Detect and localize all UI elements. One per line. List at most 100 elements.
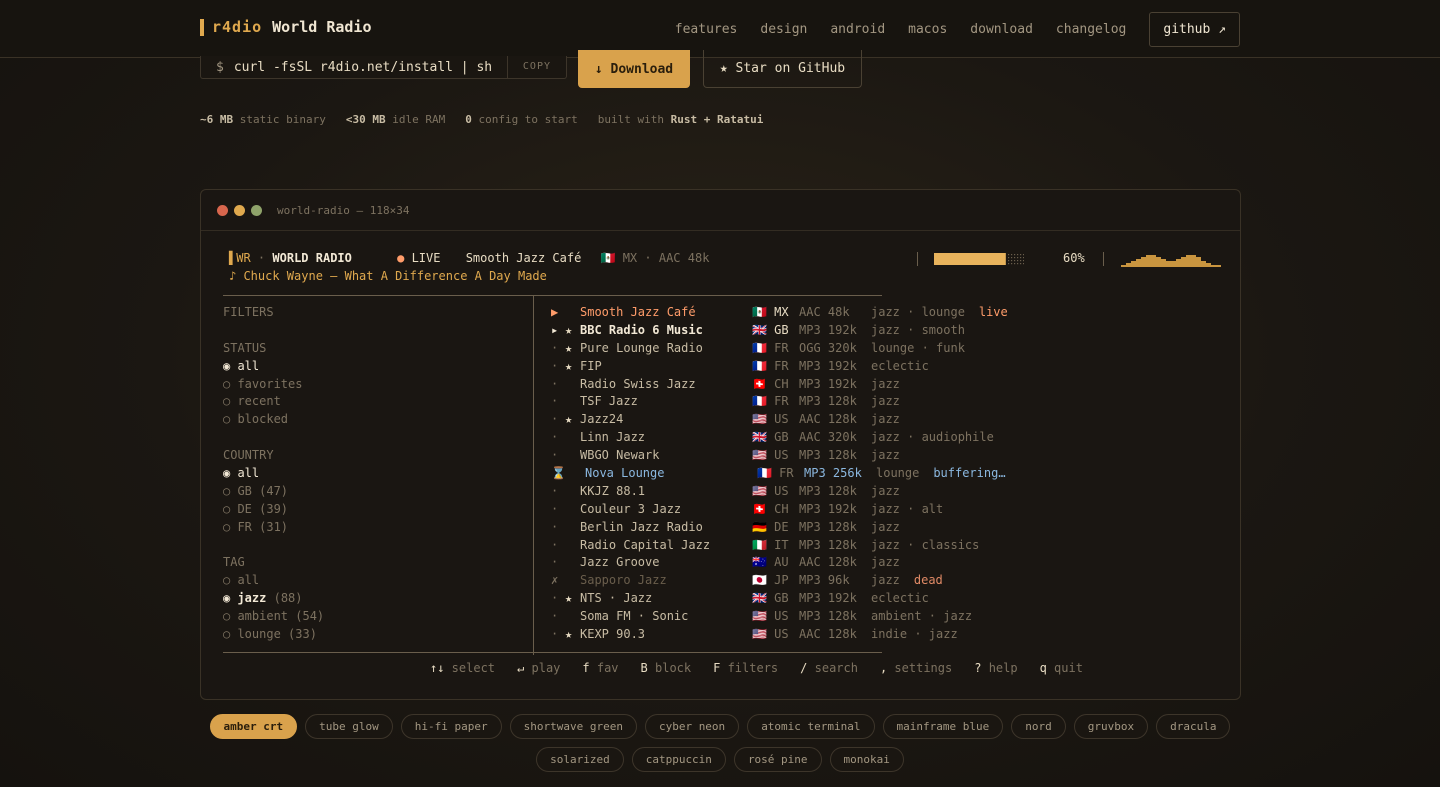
station-row[interactable]: · KKJZ 88.1 🇺🇸 US MP3 128k jazz: [551, 483, 1051, 501]
brand-name: World Radio: [272, 18, 372, 36]
close-dot-icon[interactable]: [217, 204, 228, 216]
theme-chip[interactable]: hi-fi paper: [400, 714, 502, 739]
download-button[interactable]: ↓ Download: [578, 50, 690, 88]
station-tags: jazz · classics: [871, 537, 980, 552]
station-row[interactable]: · Soma FM · Sonic 🇺🇸 US MP3 128k ambient · j…: [551, 608, 1051, 626]
station-codec: MP3 96k: [799, 573, 850, 588]
station-name: Smooth Jazz Café: [580, 305, 696, 319]
spectrum-visualizer: [1121, 255, 1221, 267]
theme-chip[interactable]: tube glow: [305, 714, 393, 739]
status-label: STATUS: [223, 340, 267, 355]
station-row[interactable]: · ★ KEXP 90.3 🇺🇸 US AAC 128k indie · jazz: [551, 626, 1051, 644]
theme-chip[interactable]: mainframe blue: [882, 714, 1004, 739]
station-codec: MP3 192k: [799, 322, 857, 337]
install-command-box: $ curl -fsSL r4dio.net/install | sh COPY: [200, 56, 567, 79]
theme-chip[interactable]: nord: [1011, 714, 1066, 739]
station-row[interactable]: · WBGO Newark 🇺🇸 US MP3 128k jazz: [551, 447, 1051, 465]
filter-tag-jazz[interactable]: ◉ jazz (88): [223, 590, 324, 608]
filter-tag-all[interactable]: ○ all: [223, 572, 324, 590]
filter-status-recent[interactable]: ○ recent: [223, 393, 324, 411]
station-tags: jazz: [871, 573, 900, 588]
station-name: BBC Radio 6 Music: [580, 322, 703, 337]
station-row[interactable]: ▸ ★ BBC Radio 6 Music 🇬🇧 GB MP3 192k jazz · s…: [551, 322, 1051, 340]
theme-chip[interactable]: catppuccin: [631, 747, 726, 772]
current-codec: · AAC 48k: [644, 251, 710, 265]
nav-link-features[interactable]: features: [675, 22, 738, 37]
minimize-dot-icon[interactable]: [234, 204, 245, 216]
brand-logo[interactable]: r4dio World Radio: [200, 18, 372, 36]
station-name: Sapporo Jazz: [580, 573, 667, 588]
nav-link-download[interactable]: download: [970, 22, 1033, 37]
station-row[interactable]: · Couleur 3 Jazz 🇨🇭 CH MP3 192k jazz · alt: [551, 501, 1051, 519]
station-row[interactable]: · ★ NTS · Jazz 🇬🇧 GB MP3 192k eclectic: [551, 590, 1051, 608]
station-row[interactable]: · ★ FIP 🇫🇷 FR MP3 192k eclectic: [551, 358, 1051, 376]
theme-row-2: solarized catppuccin rosé pine monokai: [0, 747, 1440, 772]
maximize-dot-icon[interactable]: [251, 204, 262, 216]
keybinding-quit: q quit: [1039, 661, 1083, 675]
theme-chip[interactable]: solarized: [536, 747, 624, 772]
header-divider: [917, 252, 918, 266]
station-row[interactable]: ⌛ Nova Lounge 🇫🇷 FR MP3 256k lounge buffering…: [551, 465, 1051, 483]
brand-bar-icon: [200, 18, 204, 36]
station-row[interactable]: · Linn Jazz 🇬🇧 GB AAC 320k jazz · audiophile: [551, 429, 1051, 447]
station-name: NTS · Jazz: [580, 591, 653, 606]
theme-chip[interactable]: dracula: [1156, 714, 1231, 739]
keybinding-help: ? help: [974, 661, 1018, 675]
theme-chip[interactable]: atomic terminal: [747, 714, 875, 739]
station-country: 🇨🇭 CH: [752, 376, 789, 391]
station-name: Couleur 3 Jazz: [580, 501, 682, 516]
theme-chip[interactable]: monokai: [829, 747, 904, 772]
filter-status-all[interactable]: ◉ all: [223, 358, 324, 376]
copy-button[interactable]: COPY: [506, 56, 566, 78]
favorite-star-icon: ★: [565, 340, 573, 355]
keybinding-play: ↵ play: [517, 661, 561, 675]
filter-country-all[interactable]: ◉ all: [223, 465, 324, 483]
theme-chip[interactable]: rosé pine: [733, 747, 822, 772]
filter-country-gb[interactable]: ○ GB (47): [223, 483, 324, 501]
nav-link-android[interactable]: android: [830, 22, 885, 37]
station-tags: jazz: [871, 448, 900, 463]
station-codec: MP3 128k: [799, 394, 857, 409]
station-row[interactable]: ✗ Sapporo Jazz 🇯🇵 JP MP3 96k jazz dead: [551, 572, 1051, 590]
header-divider-2: [1103, 252, 1104, 266]
station-marker: ·: [551, 555, 559, 570]
filter-country-de[interactable]: ○ DE (39): [223, 501, 324, 519]
station-row[interactable]: · Berlin Jazz Radio 🇩🇪 DE MP3 128k jazz: [551, 519, 1051, 537]
station-row[interactable]: · Radio Swiss Jazz 🇨🇭 CH MP3 192k jazz: [551, 376, 1051, 394]
station-country: 🇫🇷 FR: [752, 340, 789, 355]
volume-bar[interactable]: [934, 253, 1024, 265]
station-name: FIP: [580, 358, 602, 373]
station-codec: MP3 192k: [799, 376, 857, 391]
station-row[interactable]: · Radio Capital Jazz 🇮🇹 IT MP3 128k jazz · c…: [551, 537, 1051, 555]
theme-chip[interactable]: shortwave green: [509, 714, 637, 739]
station-tags: jazz · audiophile: [871, 430, 994, 445]
station-row[interactable]: · ★ Jazz24 🇺🇸 US AAC 128k jazz: [551, 411, 1051, 429]
station-marker: ·: [551, 448, 559, 463]
station-marker: ·: [551, 591, 559, 606]
station-row[interactable]: · ★ Pure Lounge Radio 🇫🇷 FR OGG 320k lounge ·…: [551, 340, 1051, 358]
terminal-body: ▌WR · WORLD RADIO ● LIVE Smooth Jazz Caf…: [201, 231, 1240, 699]
theme-chip[interactable]: gruvbox: [1073, 714, 1149, 739]
station-country: 🇩🇪 DE: [752, 519, 789, 534]
station-row[interactable]: · TSF Jazz 🇫🇷 FR MP3 128k jazz: [551, 393, 1051, 411]
station-row[interactable]: · Jazz Groove 🇦🇺 AU AAC 128k jazz: [551, 554, 1051, 572]
theme-chip[interactable]: amber crt: [209, 714, 298, 739]
theme-chip[interactable]: cyber neon: [644, 714, 740, 739]
filter-country-fr[interactable]: ○ FR (31): [223, 519, 324, 537]
nav-link-design[interactable]: design: [760, 22, 807, 37]
station-codec: MP3 128k: [799, 448, 857, 463]
nav-link-macos[interactable]: macos: [908, 22, 947, 37]
station-country: 🇺🇸 US: [752, 448, 789, 463]
filter-status-favorites[interactable]: ○ favorites: [223, 376, 324, 394]
filter-tag-lounge[interactable]: ○ lounge (33): [223, 626, 324, 644]
station-marker: ·: [551, 519, 559, 534]
github-button[interactable]: github ↗: [1149, 12, 1240, 47]
filter-status-blocked[interactable]: ○ blocked: [223, 411, 324, 429]
station-row[interactable]: ▶ Smooth Jazz Café 🇲🇽 MX AAC 48k jazz · loun…: [551, 304, 1051, 322]
filter-tag-ambient[interactable]: ○ ambient (54): [223, 608, 324, 626]
nav-link-changelog[interactable]: changelog: [1056, 22, 1126, 37]
now-playing-header: ▌WR · WORLD RADIO ● LIVE Smooth Jazz Caf…: [229, 251, 710, 265]
station-codec: MP3 128k: [799, 483, 857, 498]
keybinding-settings: , settings: [879, 661, 953, 675]
star-on-github-button[interactable]: ★ Star on GitHub: [703, 50, 862, 88]
